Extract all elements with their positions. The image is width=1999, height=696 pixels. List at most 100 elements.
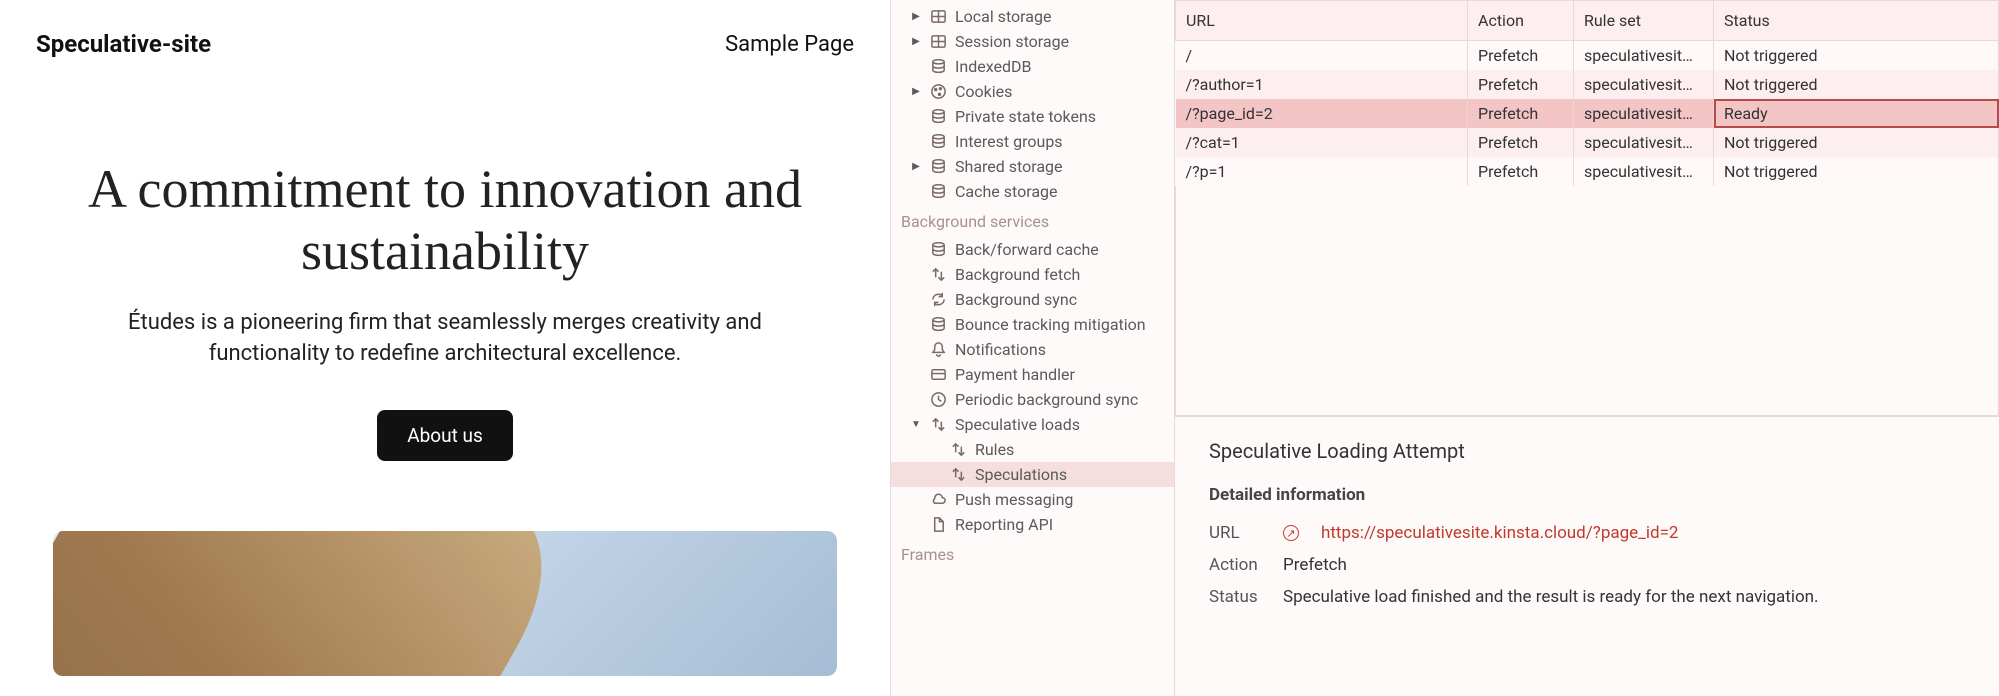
tree-item-local-storage[interactable]: ▶ Local storage xyxy=(891,4,1174,29)
cell-action: Prefetch xyxy=(1468,157,1574,186)
detail-title: Speculative Loading Attempt xyxy=(1209,439,1965,463)
tree-item-private-state-tokens[interactable]: ▶Private state tokens xyxy=(891,104,1174,129)
table-row[interactable]: /?author=1Prefetchspeculativesit…Not tri… xyxy=(1176,70,1999,99)
detail-status-value: Speculative load finished and the result… xyxy=(1283,587,1819,607)
background-services-heading: Background services xyxy=(891,204,1174,237)
speculations-table: URLActionRule setStatus /Prefetchspecula… xyxy=(1175,0,1999,416)
detail-action-value: Prefetch xyxy=(1283,555,1347,575)
cell-status: Not triggered xyxy=(1714,70,1999,99)
cell-status: Not triggered xyxy=(1714,128,1999,157)
site-header: Speculative-site Sample Page xyxy=(36,20,854,82)
cell-url: /?cat=1 xyxy=(1176,128,1468,157)
tree-item-push-messaging[interactable]: ▶Push messaging xyxy=(891,487,1174,512)
caret-icon[interactable]: ▶ xyxy=(911,36,921,47)
tree-item-cookies[interactable]: ▶ Cookies xyxy=(891,79,1174,104)
cell-ruleset: speculativesit… xyxy=(1574,41,1714,71)
grid-icon xyxy=(929,8,947,26)
cell-url: /?p=1 xyxy=(1176,157,1468,186)
tree-item-label: Cookies xyxy=(955,82,1012,101)
detail-url-link[interactable]: https://speculativesite.kinsta.cloud/?pa… xyxy=(1321,523,1678,543)
devtools-main: URLActionRule setStatus /Prefetchspecula… xyxy=(1175,0,1999,696)
bell-icon xyxy=(929,341,947,359)
caret-icon[interactable]: ▶ xyxy=(911,86,921,97)
table-row[interactable]: /?cat=1Prefetchspeculativesit…Not trigge… xyxy=(1176,128,1999,157)
cell-status: Ready xyxy=(1714,99,1999,128)
grid-icon xyxy=(929,33,947,51)
devtools-sidebar: ▶ Local storage ▶Session storage▶IndexedDB… xyxy=(890,0,1175,696)
cookie-icon xyxy=(929,83,947,101)
tree-item-shared-storage[interactable]: ▶ Shared storage xyxy=(891,154,1174,179)
tree-item-back-forward-cache[interactable]: ▶Back/forward cache xyxy=(891,237,1174,262)
sync-icon xyxy=(929,291,947,309)
tree-item-notifications[interactable]: ▶Notifications xyxy=(891,337,1174,362)
tree-item-background-fetch[interactable]: ▶Background fetch xyxy=(891,262,1174,287)
cell-url: /?page_id=2 xyxy=(1176,99,1468,128)
tree-item-label: Periodic background sync xyxy=(955,390,1138,409)
tree-item-label: Speculative loads xyxy=(955,415,1080,434)
caret-icon[interactable]: ▶ xyxy=(911,161,921,172)
cell-action: Prefetch xyxy=(1468,70,1574,99)
cell-ruleset: speculativesit… xyxy=(1574,70,1714,99)
clock-icon xyxy=(929,391,947,409)
external-link-icon: ↗ xyxy=(1283,525,1299,541)
cell-ruleset: speculativesit… xyxy=(1574,99,1714,128)
tree-item-label: Bounce tracking mitigation xyxy=(955,315,1146,334)
hero-subtitle: Études is a pioneering firm that seamles… xyxy=(75,308,815,370)
detail-panel: Speculative Loading Attempt Detailed inf… xyxy=(1175,416,1999,641)
tree-item-label: Background fetch xyxy=(955,265,1080,284)
col-action[interactable]: Action xyxy=(1468,1,1574,41)
tree-item-payment-handler[interactable]: ▶Payment handler xyxy=(891,362,1174,387)
cell-ruleset: speculativesit… xyxy=(1574,128,1714,157)
col-url[interactable]: URL xyxy=(1176,1,1468,41)
site-brand[interactable]: Speculative-site xyxy=(36,30,211,58)
tree-item-speculations[interactable]: ▶Speculations xyxy=(891,462,1174,487)
frames-heading: Frames xyxy=(891,537,1174,570)
tree-item-label: Push messaging xyxy=(955,490,1073,509)
tree-item-label: Reporting API xyxy=(955,515,1053,534)
tree-item-bounce-tracking-mitigation[interactable]: ▶Bounce tracking mitigation xyxy=(891,312,1174,337)
tree-item-label: Payment handler xyxy=(955,365,1075,384)
tree-item-background-sync[interactable]: ▶Background sync xyxy=(891,287,1174,312)
detail-status-label: Status xyxy=(1209,587,1265,607)
db-icon xyxy=(929,133,947,151)
tree-item-label: Shared storage xyxy=(955,157,1063,176)
about-us-button[interactable]: About us xyxy=(377,410,513,461)
db-icon xyxy=(929,183,947,201)
col-status[interactable]: Status xyxy=(1714,1,1999,41)
cell-status: Not triggered xyxy=(1714,157,1999,186)
table-row[interactable]: /?page_id=2Prefetchspeculativesit…Ready xyxy=(1176,99,1999,128)
tree-item-cache-storage[interactable]: ▶Cache storage xyxy=(891,179,1174,204)
db-icon xyxy=(929,158,947,176)
detail-url-label: URL xyxy=(1209,523,1265,543)
tree-item-label: Background sync xyxy=(955,290,1077,309)
db-icon xyxy=(929,58,947,76)
tree-item-label: Cache storage xyxy=(955,182,1058,201)
caret-icon[interactable]: ▶ xyxy=(911,11,921,22)
tree-item-reporting-api[interactable]: ▶Reporting API xyxy=(891,512,1174,537)
tree-item-indexeddb[interactable]: ▶IndexedDB xyxy=(891,54,1174,79)
tree-item-label: Speculations xyxy=(975,465,1067,484)
tree-item-interest-groups[interactable]: ▶Interest groups xyxy=(891,129,1174,154)
cell-action: Prefetch xyxy=(1468,128,1574,157)
nav-sample-page[interactable]: Sample Page xyxy=(725,32,854,57)
cell-action: Prefetch xyxy=(1468,41,1574,71)
cell-ruleset: speculativesit… xyxy=(1574,157,1714,186)
col-rule-set[interactable]: Rule set xyxy=(1574,1,1714,41)
tree-item-label: Private state tokens xyxy=(955,107,1096,126)
transfer-icon xyxy=(949,441,967,459)
tree-item-label: Interest groups xyxy=(955,132,1063,151)
caret-icon[interactable]: ▼ xyxy=(911,419,921,430)
tree-item-speculative-loads[interactable]: ▼ Speculative loads xyxy=(891,412,1174,437)
cell-status: Not triggered xyxy=(1714,41,1999,71)
tree-item-label: Local storage xyxy=(955,7,1051,26)
detail-action-label: Action xyxy=(1209,555,1265,575)
tree-item-rules[interactable]: ▶Rules xyxy=(891,437,1174,462)
table-row[interactable]: /?p=1Prefetchspeculativesit…Not triggere… xyxy=(1176,157,1999,186)
tree-item-session-storage[interactable]: ▶Session storage xyxy=(891,29,1174,54)
tree-item-periodic-background-sync[interactable]: ▶Periodic background sync xyxy=(891,387,1174,412)
db-icon xyxy=(929,316,947,334)
transfer-icon xyxy=(949,466,967,484)
cell-url: /?author=1 xyxy=(1176,70,1468,99)
table-row[interactable]: /Prefetchspeculativesit…Not triggered xyxy=(1176,41,1999,71)
db-icon xyxy=(929,108,947,126)
